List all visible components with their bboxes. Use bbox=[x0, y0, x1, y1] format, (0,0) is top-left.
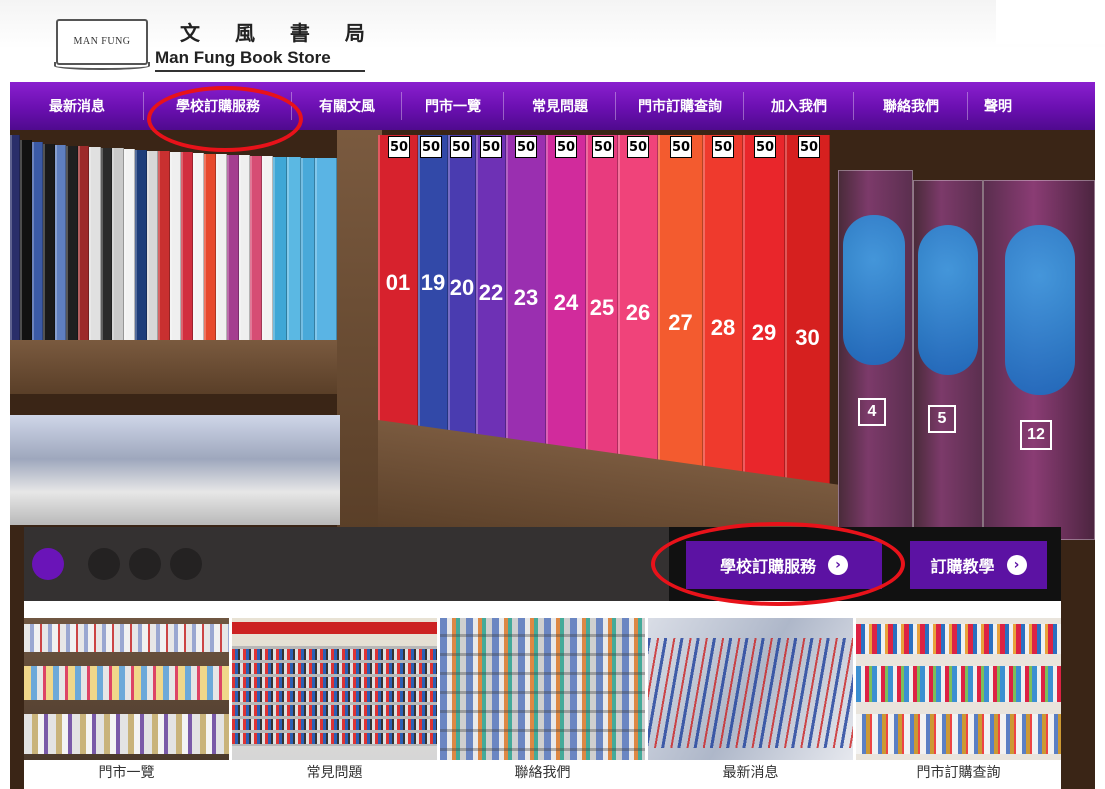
slider-dot-1[interactable] bbox=[32, 548, 64, 580]
volume-number: 22 bbox=[478, 280, 504, 305]
thumbnail-store-list[interactable] bbox=[24, 618, 229, 760]
brand-underline bbox=[155, 70, 365, 72]
volume-number: 28 bbox=[710, 315, 736, 340]
badge-icon: 50 bbox=[798, 136, 820, 158]
school-ordering-button[interactable]: 學校訂購服務 › bbox=[686, 541, 882, 589]
logo-text: MAN FUNG bbox=[73, 36, 131, 47]
thumbnail-label-store-order-check[interactable]: 門市訂購查詢 bbox=[856, 762, 1061, 782]
volume-number: 19 bbox=[420, 270, 446, 295]
nav-item-about[interactable]: 有關文風 bbox=[292, 82, 402, 130]
case-number: 5 bbox=[928, 405, 956, 433]
main-nav: 最新消息 學校訂購服務 有關文風 門市一覽 常見問題 門市訂購查詢 加入我們 聯… bbox=[10, 82, 1095, 130]
nav-item-latest-news[interactable]: 最新消息 bbox=[10, 82, 144, 130]
case-number: 12 bbox=[1020, 420, 1052, 450]
nav-item-contact[interactable]: 聯絡我們 bbox=[854, 82, 968, 130]
order-tutorial-label: 訂購教學 bbox=[930, 557, 995, 576]
badge-icon: 50 bbox=[627, 136, 649, 158]
nav-item-join-us[interactable]: 加入我們 bbox=[744, 82, 854, 130]
nav-item-school-ordering[interactable]: 學校訂購服務 bbox=[144, 82, 292, 130]
thumbnail-label-store-list[interactable]: 門市一覽 bbox=[24, 762, 229, 782]
badge-icon: 50 bbox=[450, 136, 472, 158]
slider-dot-2[interactable] bbox=[88, 548, 120, 580]
volume-number: 01 bbox=[385, 270, 411, 295]
volume-number: 20 bbox=[449, 275, 475, 300]
case-number: 4 bbox=[858, 398, 886, 426]
badge-icon: 50 bbox=[388, 136, 410, 158]
badge-icon: 50 bbox=[754, 136, 776, 158]
badge-icon: 50 bbox=[420, 136, 442, 158]
badge-icon: 50 bbox=[515, 136, 537, 158]
nav-item-faq[interactable]: 常見問題 bbox=[504, 82, 616, 130]
slider-control-bar bbox=[24, 527, 669, 601]
nav-item-store-list[interactable]: 門市一覽 bbox=[402, 82, 504, 130]
thumbnail-label-latest-news[interactable]: 最新消息 bbox=[648, 762, 853, 782]
thumbnail-faq[interactable] bbox=[232, 618, 437, 760]
badge-icon: 50 bbox=[480, 136, 502, 158]
badge-icon: 50 bbox=[712, 136, 734, 158]
badge-icon: 50 bbox=[592, 136, 614, 158]
volume-number: 23 bbox=[513, 285, 539, 310]
nav-item-store-order-check[interactable]: 門市訂購查詢 bbox=[616, 82, 744, 130]
thumbnail-store-order-check[interactable] bbox=[856, 618, 1061, 760]
school-ordering-label: 學校訂購服務 bbox=[719, 557, 816, 576]
slider-dot-3[interactable] bbox=[129, 548, 161, 580]
slider-dot-4[interactable] bbox=[170, 548, 202, 580]
thumbnail-contact[interactable] bbox=[440, 618, 645, 760]
brand-name-chinese: 文 風 書 局 bbox=[180, 21, 379, 45]
header-blank-area bbox=[996, 0, 1105, 44]
volume-number: 26 bbox=[625, 300, 651, 325]
thumbnail-label-contact[interactable]: 聯絡我們 bbox=[440, 762, 645, 782]
brand-name-english: Man Fung Book Store bbox=[155, 48, 331, 67]
thumbnail-label-faq[interactable]: 常見問題 bbox=[232, 762, 437, 782]
logo[interactable]: MAN FUNG bbox=[54, 19, 150, 70]
volume-number: 29 bbox=[751, 320, 777, 345]
arrow-right-icon: › bbox=[1006, 555, 1027, 575]
volume-number: 30 bbox=[795, 325, 820, 350]
thumbnail-latest-news[interactable] bbox=[648, 618, 853, 760]
upper-shelf bbox=[10, 340, 350, 394]
shelf-divider bbox=[337, 130, 382, 530]
nav-item-statement[interactable]: 聲明 bbox=[968, 82, 1028, 130]
volume-number: 24 bbox=[553, 290, 579, 315]
thumbnail-strip: 門市一覽 常見問題 聯絡我們 最新消息 門市訂購查詢 bbox=[24, 601, 1061, 789]
site-header: MAN FUNG 文 風 書 局 Man Fung Book Store bbox=[0, 0, 1105, 82]
badge-icon: 50 bbox=[670, 136, 692, 158]
volume-number: 25 bbox=[589, 295, 615, 320]
order-tutorial-button[interactable]: 訂購教學 › bbox=[910, 541, 1047, 589]
badge-icon: 50 bbox=[555, 136, 577, 158]
arrow-right-icon: › bbox=[828, 555, 848, 575]
volume-number: 27 bbox=[668, 310, 693, 335]
